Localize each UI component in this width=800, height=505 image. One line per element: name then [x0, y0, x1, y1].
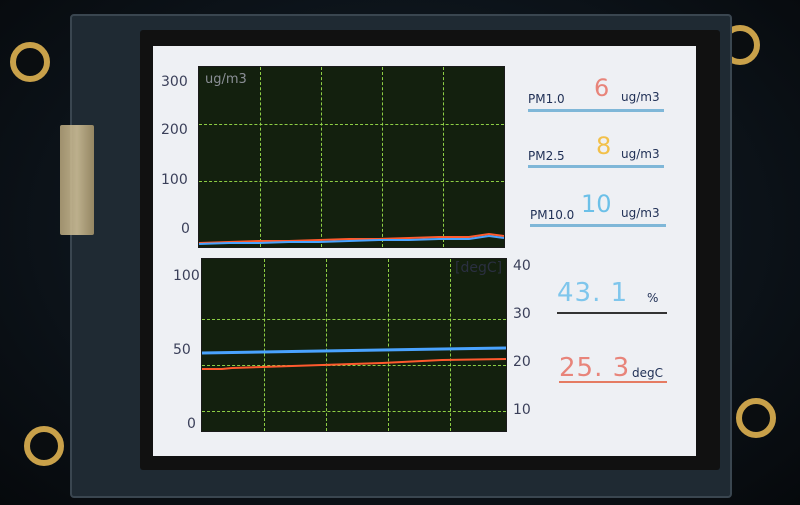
pm25-unit: ug/m3 [621, 147, 660, 161]
env-y-left-100: 100 [173, 268, 200, 284]
env-y-right-30: 30 [513, 306, 531, 322]
env-chart-unit: [degC] [455, 260, 503, 276]
env-y-left-0: 0 [187, 416, 196, 432]
env-y-left-50: 50 [173, 342, 191, 358]
pm1-underline [528, 109, 664, 112]
device-board: ug/m3 300 200 100 0 [degC] 100 50 0 40 3… [0, 0, 800, 505]
mount-hole-bottom-left [24, 426, 64, 466]
env-chart [201, 258, 507, 432]
pm25-value: 8 [596, 132, 612, 160]
pm1-label: PM1.0 [528, 92, 565, 106]
env-y-right-20: 20 [513, 354, 531, 370]
mount-hole-bottom-right [736, 398, 776, 438]
ribbon-cable [60, 125, 94, 235]
pm-y-tick-100: 100 [161, 172, 188, 188]
pm-y-tick-0: 0 [181, 221, 190, 237]
pm10-label: PM10.0 [530, 208, 575, 222]
pm1-value: 6 [594, 74, 610, 102]
pm10-value: 10 [581, 190, 612, 218]
env-y-right-10: 10 [513, 402, 531, 418]
temperature-value: 25. 3 [559, 353, 631, 383]
pm1-unit: ug/m3 [621, 90, 660, 104]
temperature-underline [559, 381, 667, 383]
humidity-underline [557, 312, 667, 314]
mount-hole-top-left [10, 42, 50, 82]
temperature-unit: degC [632, 366, 663, 380]
env-y-right-40: 40 [513, 258, 531, 274]
pm25-label: PM2.5 [528, 149, 565, 163]
pm10-unit: ug/m3 [621, 206, 660, 220]
pm-chart [198, 66, 505, 248]
pm-chart-unit: ug/m3 [205, 72, 247, 87]
pm-y-tick-300: 300 [161, 74, 188, 90]
pm10-underline [530, 224, 666, 227]
humidity-value: 43. 1 [557, 278, 629, 308]
pm-trend-lines [199, 232, 504, 245]
humidity-unit: % [647, 291, 659, 305]
lcd-screen: ug/m3 300 200 100 0 [degC] 100 50 0 40 3… [153, 46, 696, 456]
pm25-underline [528, 165, 664, 168]
env-trend-lines [202, 346, 506, 370]
pm-y-tick-200: 200 [161, 122, 188, 138]
